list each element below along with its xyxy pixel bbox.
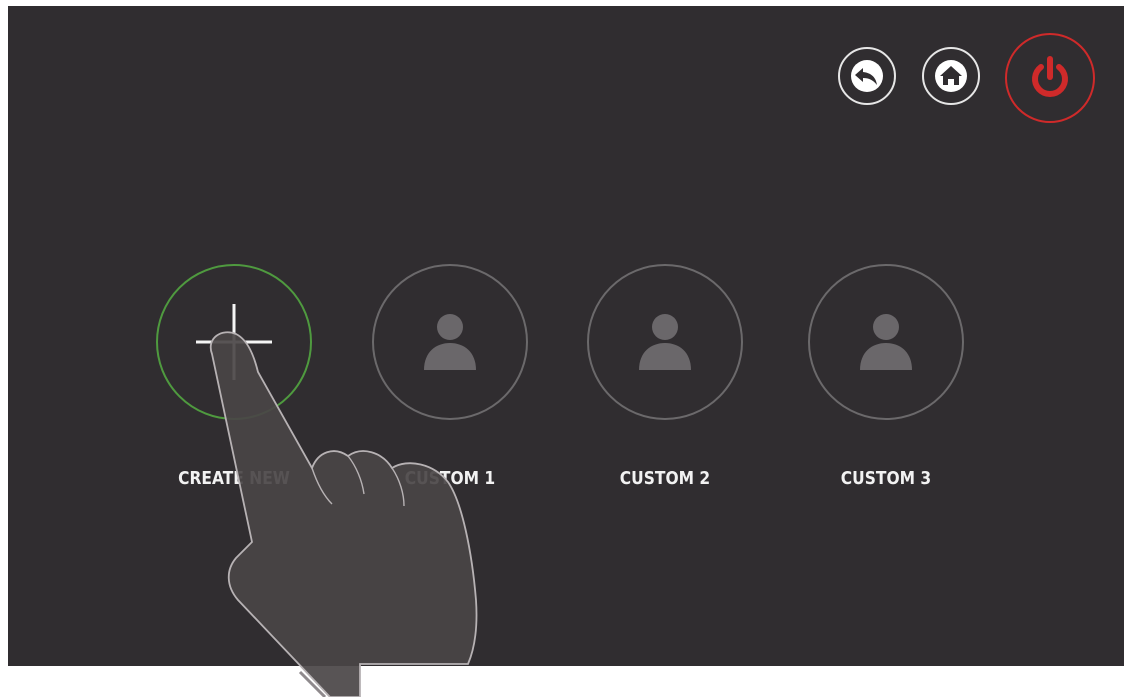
custom-3-button[interactable]: CUSTOM 3	[806, 264, 966, 489]
custom-1-button[interactable]: CUSTOM 1	[370, 264, 530, 489]
user-icon	[424, 314, 476, 370]
plus-icon	[196, 304, 272, 380]
user-icon	[860, 314, 912, 370]
custom-2-ring	[587, 264, 743, 420]
create-new-button[interactable]: CREATE NEW	[154, 264, 314, 489]
custom-2-button[interactable]: CUSTOM 2	[585, 264, 745, 489]
custom-3-ring	[808, 264, 964, 420]
power-icon	[1032, 56, 1068, 97]
custom-1-ring	[372, 264, 528, 420]
create-new-label: CREATE NEW	[178, 468, 290, 489]
power-button[interactable]	[1005, 33, 1095, 123]
user-icon	[639, 314, 691, 370]
back-arrow-icon	[851, 60, 883, 92]
home-button[interactable]	[922, 47, 980, 105]
screen: CREATE NEW CUSTOM 1 CUSTOM 2 CUSTOM 3	[8, 6, 1124, 666]
custom-1-label: CUSTOM 1	[404, 468, 496, 489]
custom-3-label: CUSTOM 3	[840, 468, 932, 489]
create-new-ring	[156, 264, 312, 420]
custom-2-label: CUSTOM 2	[619, 468, 711, 489]
back-button[interactable]	[838, 47, 896, 105]
home-icon	[935, 60, 967, 92]
